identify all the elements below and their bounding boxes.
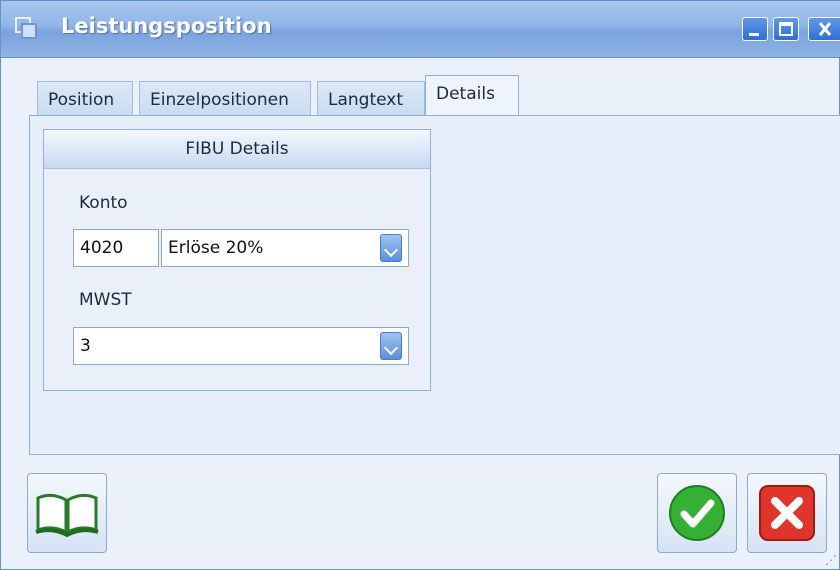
close-button[interactable] xyxy=(808,17,840,41)
minimize-icon xyxy=(749,33,759,36)
konto-number-field[interactable]: 4020 xyxy=(73,229,159,267)
resize-grip[interactable]: ⋰ xyxy=(825,553,837,567)
konto-dropdown[interactable]: Erlöse 20% xyxy=(161,229,409,267)
konto-label: Konto xyxy=(79,193,128,213)
app-icon xyxy=(15,17,37,39)
window-title: Leistungsposition xyxy=(61,14,272,38)
ok-button[interactable] xyxy=(657,473,737,553)
tab-label: Details xyxy=(436,84,495,104)
maximize-icon xyxy=(779,22,793,36)
book-button[interactable] xyxy=(27,473,107,553)
close-icon xyxy=(818,22,832,36)
tab-label: Position xyxy=(48,90,115,110)
dialog-window: Leistungsposition Position Einzelpositio… xyxy=(0,0,840,570)
tab-label: Einzelpositionen xyxy=(150,90,289,110)
cancel-icon xyxy=(759,485,815,541)
tab-position[interactable]: Position xyxy=(37,81,133,117)
book-icon xyxy=(35,493,99,538)
tab-einzelpositionen[interactable]: Einzelpositionen xyxy=(139,81,311,117)
chevron-down-icon[interactable] xyxy=(380,234,402,262)
minimize-button[interactable] xyxy=(742,17,768,41)
maximize-button[interactable] xyxy=(773,17,799,41)
cancel-button[interactable] xyxy=(747,473,827,553)
mwst-selected-value: 3 xyxy=(80,336,91,356)
chevron-down-icon[interactable] xyxy=(380,332,402,360)
mwst-label: MWST xyxy=(79,290,132,310)
tab-label: Langtext xyxy=(328,90,404,110)
tab-langtext[interactable]: Langtext xyxy=(317,81,425,117)
title-bar[interactable]: Leistungsposition xyxy=(1,1,840,58)
group-header: FIBU Details xyxy=(44,130,430,169)
check-icon xyxy=(669,485,725,541)
mwst-dropdown[interactable]: 3 xyxy=(73,327,409,365)
konto-selected-value: Erlöse 20% xyxy=(168,238,264,258)
tab-details[interactable]: Details xyxy=(425,75,519,117)
